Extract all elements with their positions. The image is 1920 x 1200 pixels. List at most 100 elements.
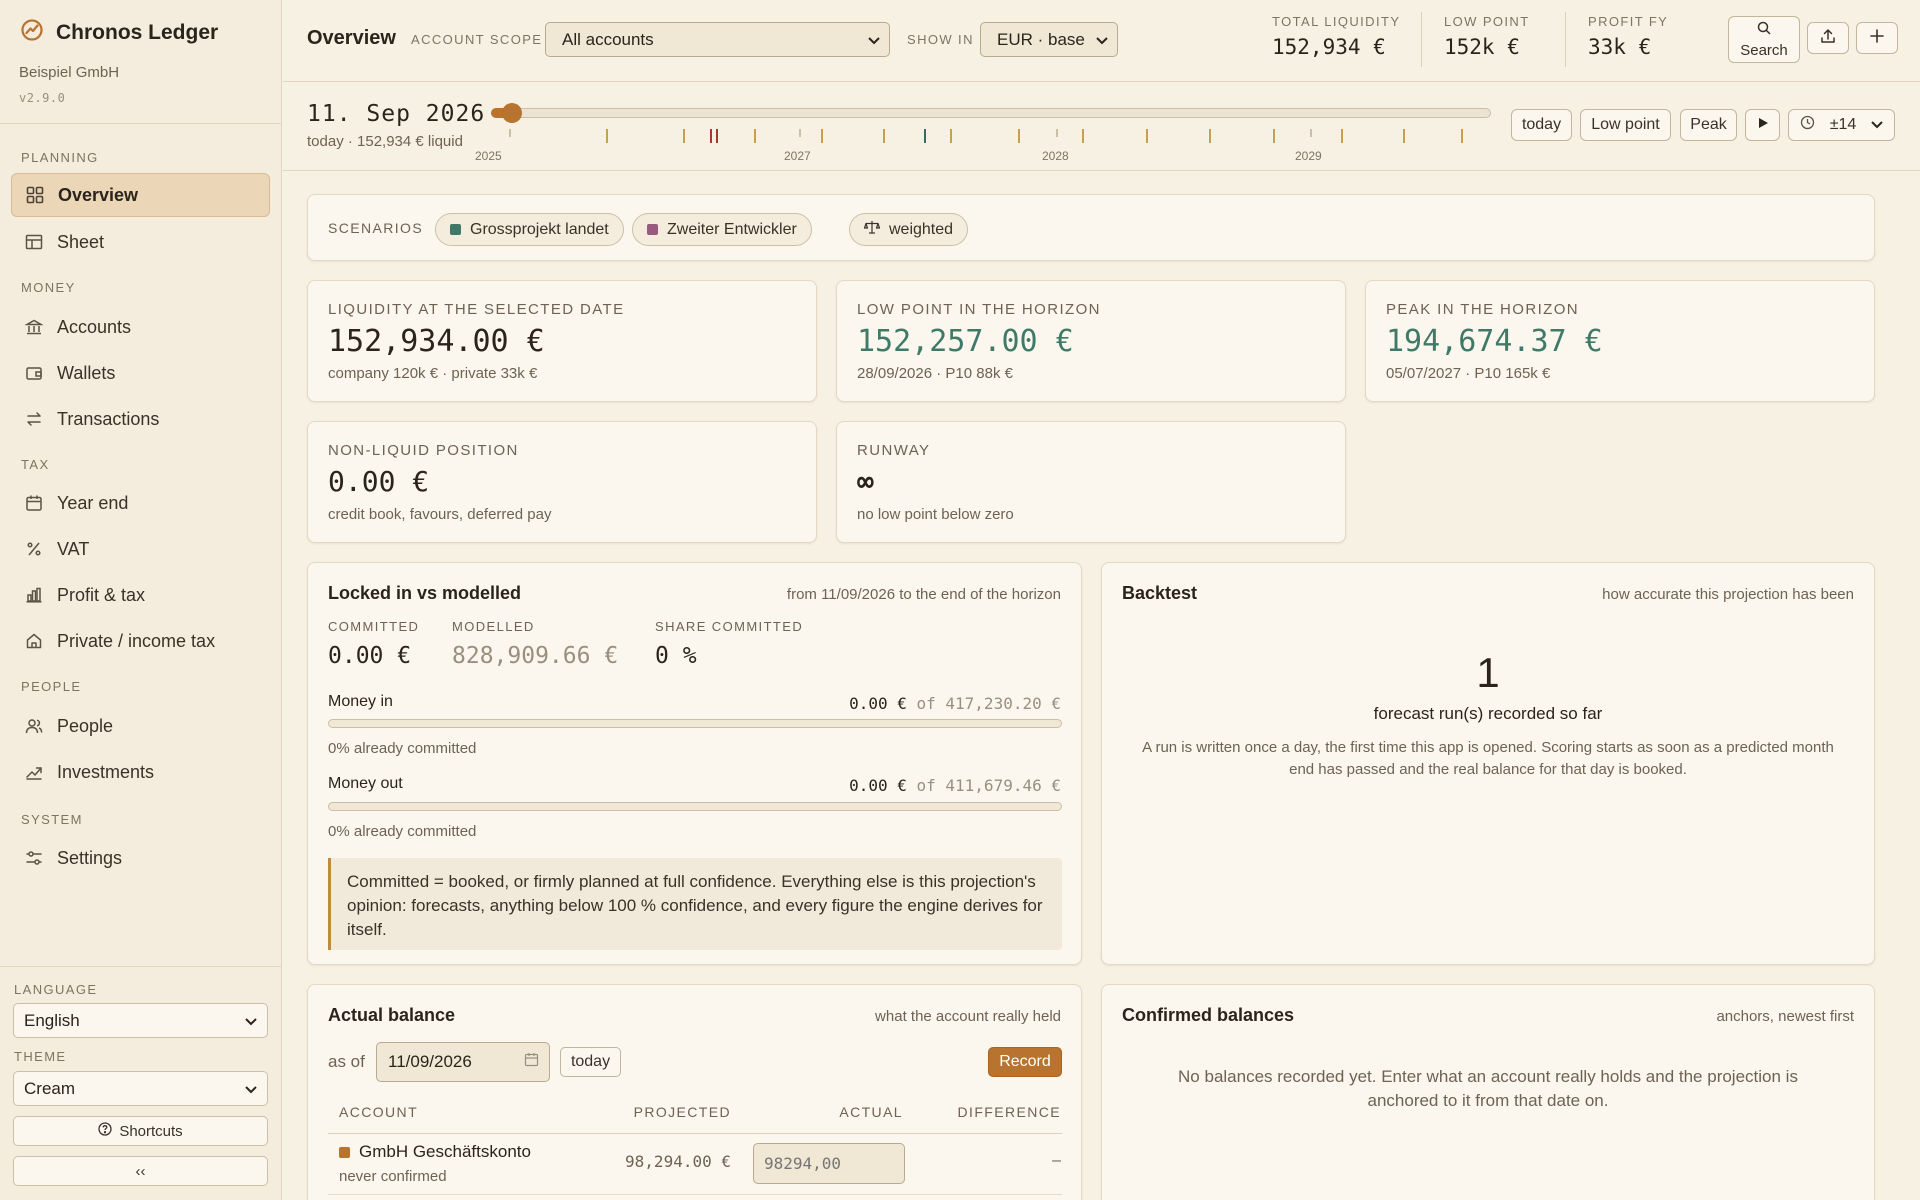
shortcuts-label: Shortcuts bbox=[119, 1122, 183, 1140]
committed-value: 0.00 € bbox=[328, 643, 412, 669]
shortcuts-button[interactable]: Shortcuts bbox=[13, 1116, 268, 1146]
kpi-non-liquid-card: NON-LIQUID POSITION 0.00 € credit book, … bbox=[307, 421, 817, 543]
play-button[interactable] bbox=[1745, 109, 1780, 141]
timeline-year-label: 2028 bbox=[1042, 149, 1069, 163]
users-icon bbox=[25, 717, 43, 735]
money-out-amounts: 0.00 € of 411,679.46 € bbox=[849, 776, 1061, 795]
sidebar-item-profit-tax[interactable]: Profit & tax bbox=[11, 573, 270, 617]
card-hint: from 11/09/2026 to the end of the horizo… bbox=[786, 586, 1061, 603]
clock-icon bbox=[1800, 115, 1815, 135]
stat-value: 33k € bbox=[1588, 35, 1652, 59]
sidebar-item-people[interactable]: People bbox=[11, 704, 270, 748]
share-committed-label: SHARE COMMITTED bbox=[655, 619, 804, 634]
scenario-chip[interactable]: Grossprojekt landet bbox=[435, 213, 624, 246]
card-title: Backtest bbox=[1122, 583, 1198, 603]
scenario-name: Zweiter Entwickler bbox=[667, 220, 797, 238]
timeline-year-label: 2025 bbox=[475, 149, 502, 163]
scenario-color-swatch bbox=[450, 224, 461, 235]
export-button[interactable] bbox=[1807, 22, 1849, 54]
money-out-committed: 0.00 € bbox=[849, 776, 907, 795]
timeline-track[interactable] bbox=[491, 108, 1491, 118]
nav-section-people: PEOPLE bbox=[21, 679, 82, 694]
sliders-icon bbox=[25, 849, 43, 867]
column-header-difference: DIFFERENCE bbox=[957, 1104, 1061, 1120]
collapse-sidebar-button[interactable]: ‹‹ bbox=[13, 1156, 268, 1186]
account-scope-label: ACCOUNT SCOPE bbox=[411, 32, 543, 47]
as-of-date-input[interactable]: 11/09/2026 bbox=[376, 1042, 550, 1082]
modelled-label: MODELLED bbox=[452, 619, 535, 634]
kpi-label: NON-LIQUID POSITION bbox=[328, 442, 519, 459]
kpi-label: PEAK IN THE HORIZON bbox=[1386, 301, 1580, 318]
language-label: LANGUAGE bbox=[14, 982, 98, 997]
timeline-handle[interactable] bbox=[502, 103, 522, 123]
weighted-toggle[interactable]: weighted bbox=[849, 213, 969, 246]
app-version: v2.9.0 bbox=[19, 91, 66, 105]
sidebar-item-label: Settings bbox=[57, 847, 123, 868]
stat-total-liquidity: TOTAL LIQUIDITY 152,934 € bbox=[1272, 14, 1400, 59]
sidebar-item-private-tax[interactable]: Private / income tax bbox=[11, 619, 270, 663]
stat-profit-fy: PROFIT FY 33k € bbox=[1588, 14, 1668, 59]
jump-peak-button[interactable]: Peak bbox=[1680, 109, 1737, 141]
window-value: ±14 bbox=[1829, 116, 1857, 133]
sidebar-item-label: Year end bbox=[57, 492, 129, 513]
card-title: Confirmed balances bbox=[1122, 1005, 1295, 1025]
collapse-label: ‹‹ bbox=[135, 1162, 146, 1180]
sidebar-item-accounts[interactable]: Accounts bbox=[11, 305, 270, 349]
sidebar-item-settings[interactable]: Settings bbox=[11, 836, 270, 880]
actual-balance-input[interactable] bbox=[753, 1143, 905, 1184]
chevron-down-icon bbox=[868, 30, 880, 50]
sidebar-item-investments[interactable]: Investments bbox=[11, 750, 270, 794]
as-of-date-value: 11/09/2026 bbox=[388, 1052, 472, 1071]
timeline-event-ticks bbox=[491, 129, 1491, 149]
account-status: never confirmed bbox=[339, 1168, 447, 1185]
trending-up-icon bbox=[25, 763, 43, 781]
transfer-icon bbox=[25, 410, 43, 428]
jump-low-point-button[interactable]: Low point bbox=[1580, 109, 1671, 141]
money-out-note: 0% already committed bbox=[328, 823, 477, 840]
today-button[interactable]: today bbox=[560, 1047, 621, 1077]
backtest-description: A run is written once a day, the first t… bbox=[1142, 739, 1834, 778]
theme-label: THEME bbox=[14, 1049, 67, 1064]
theme-select[interactable]: Cream bbox=[13, 1071, 268, 1106]
stat-label: TOTAL LIQUIDITY bbox=[1272, 14, 1401, 29]
selected-date-summary: today · 152,934 € liquid bbox=[307, 133, 463, 150]
money-in-progress bbox=[328, 719, 1062, 728]
scale-icon bbox=[863, 220, 881, 239]
sidebar-item-year-end[interactable]: Year end bbox=[11, 481, 270, 525]
search-icon bbox=[1757, 21, 1771, 40]
scenario-chip[interactable]: Zweiter Entwickler bbox=[632, 213, 812, 246]
sidebar-item-wallets[interactable]: Wallets bbox=[11, 351, 270, 395]
sidebar-item-transactions[interactable]: Transactions bbox=[11, 397, 270, 441]
search-button[interactable]: Search bbox=[1728, 16, 1800, 63]
sidebar-item-vat[interactable]: VAT bbox=[11, 527, 270, 571]
timeline-year-label: 2027 bbox=[784, 149, 811, 163]
currency-select[interactable]: EUR · base bbox=[980, 22, 1118, 57]
scenarios-label: SCENARIOS bbox=[328, 220, 424, 236]
sidebar-item-sheet[interactable]: Sheet bbox=[11, 220, 270, 264]
stat-value: 152k € bbox=[1444, 35, 1520, 59]
stat-label: PROFIT FY bbox=[1588, 14, 1669, 29]
topbar: Overview ACCOUNT SCOPE All accounts SHOW… bbox=[283, 0, 1920, 82]
sidebar-item-label: VAT bbox=[57, 538, 90, 559]
nav-section-planning: PLANNING bbox=[21, 150, 99, 165]
jump-today-button[interactable]: today bbox=[1511, 109, 1572, 141]
divider bbox=[0, 123, 282, 124]
column-header-projected: PROJECTED bbox=[633, 1104, 731, 1120]
show-in-label: SHOW IN bbox=[907, 32, 974, 47]
language-select[interactable]: English bbox=[13, 1003, 268, 1038]
confirmed-balances-card: Confirmed balances anchors, newest first… bbox=[1101, 984, 1875, 1200]
account-scope-select[interactable]: All accounts bbox=[545, 22, 890, 57]
stat-low-point: LOW POINT 152k € bbox=[1444, 14, 1530, 59]
scenario-name: Grossprojekt landet bbox=[470, 220, 609, 238]
search-label: Search bbox=[1740, 41, 1788, 59]
add-button[interactable] bbox=[1856, 22, 1898, 54]
chevron-down-icon bbox=[1096, 30, 1108, 50]
column-header-account: ACCOUNT bbox=[339, 1104, 419, 1120]
window-select[interactable]: ±14 bbox=[1788, 109, 1895, 141]
record-button[interactable]: Record bbox=[988, 1047, 1062, 1077]
sidebar-item-overview[interactable]: Overview bbox=[11, 173, 270, 217]
kpi-sub: 28/09/2026 · P10 88k € bbox=[857, 365, 1013, 382]
money-in-label: Money in bbox=[328, 693, 393, 710]
account-scope-value: All accounts bbox=[562, 29, 654, 49]
card-hint: how accurate this projection has been bbox=[1602, 586, 1854, 603]
